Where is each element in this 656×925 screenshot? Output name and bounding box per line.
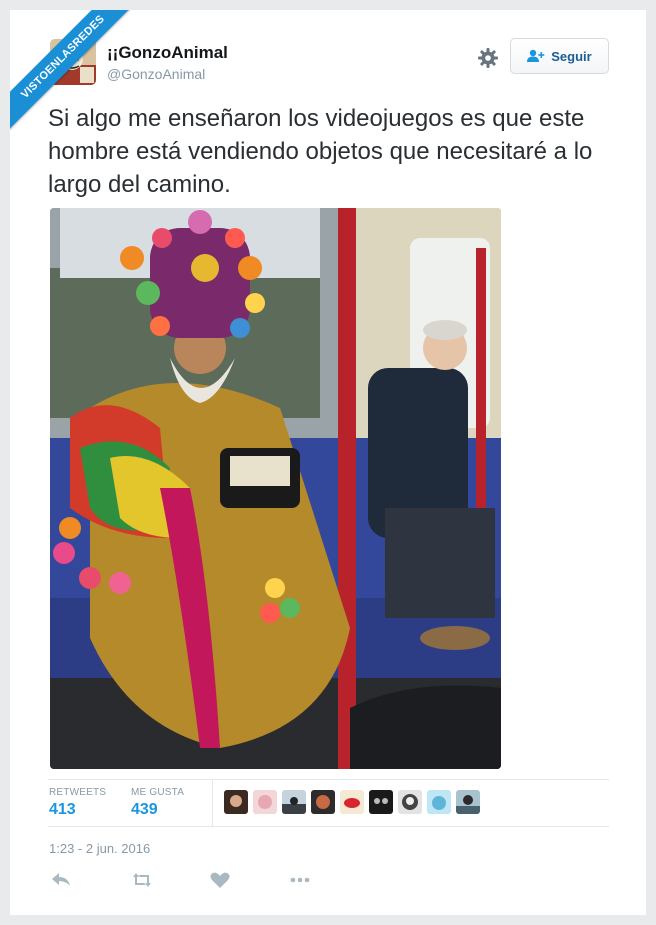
liker-avatar-image [224, 790, 248, 814]
liker-avatar[interactable] [456, 790, 480, 814]
tweet-timestamp[interactable]: 1:23 - 2 jun. 2016 [49, 841, 150, 856]
follow-label: Seguir [551, 48, 592, 64]
watermark-ribbon: VISTOENLASREDES [10, 10, 130, 130]
photo-image [50, 208, 501, 769]
retweets-label: RETWEETS [49, 787, 107, 798]
liker-avatar-image [282, 790, 306, 814]
liker-avatar-image [340, 790, 364, 814]
stats-top-divider [48, 779, 609, 780]
liker-avatar-image [253, 790, 277, 814]
liker-avatar-image [398, 790, 422, 814]
heart-icon[interactable] [208, 870, 232, 890]
retweets-count[interactable]: 413 [49, 801, 76, 819]
stats-bottom-divider [48, 826, 609, 827]
liker-avatar[interactable] [427, 790, 451, 814]
liker-avatar[interactable] [311, 790, 335, 814]
person-plus-icon [527, 49, 545, 62]
tweet-photo[interactable] [50, 208, 501, 769]
liker-avatar-image [311, 790, 335, 814]
follow-button[interactable]: Seguir [510, 38, 609, 74]
liker-avatar-image [456, 790, 480, 814]
liker-avatar[interactable] [340, 790, 364, 814]
gear-icon[interactable] [476, 46, 500, 70]
likes-count[interactable]: 439 [131, 801, 158, 819]
liker-avatar[interactable] [369, 790, 393, 814]
liker-avatar[interactable] [224, 790, 248, 814]
more-icon[interactable] [288, 870, 312, 890]
liker-avatar[interactable] [282, 790, 306, 814]
liker-avatar-image [369, 790, 393, 814]
tweet-text: Si algo me enseñaron los videojuegos es … [48, 105, 593, 198]
reply-icon[interactable] [50, 870, 74, 890]
liker-avatar-image [427, 790, 451, 814]
watermark-corner: VISTOENLASREDES [10, 10, 130, 130]
liker-avatars [224, 790, 480, 814]
stats-separator [212, 780, 213, 826]
liker-avatar[interactable] [253, 790, 277, 814]
liker-avatar[interactable] [398, 790, 422, 814]
likes-label: ME GUSTA [131, 787, 185, 798]
tweet-card: VISTOENLASREDES ¡¡GonzoAnimal @GonzoAnim… [10, 10, 646, 915]
retweet-icon[interactable] [130, 870, 154, 890]
